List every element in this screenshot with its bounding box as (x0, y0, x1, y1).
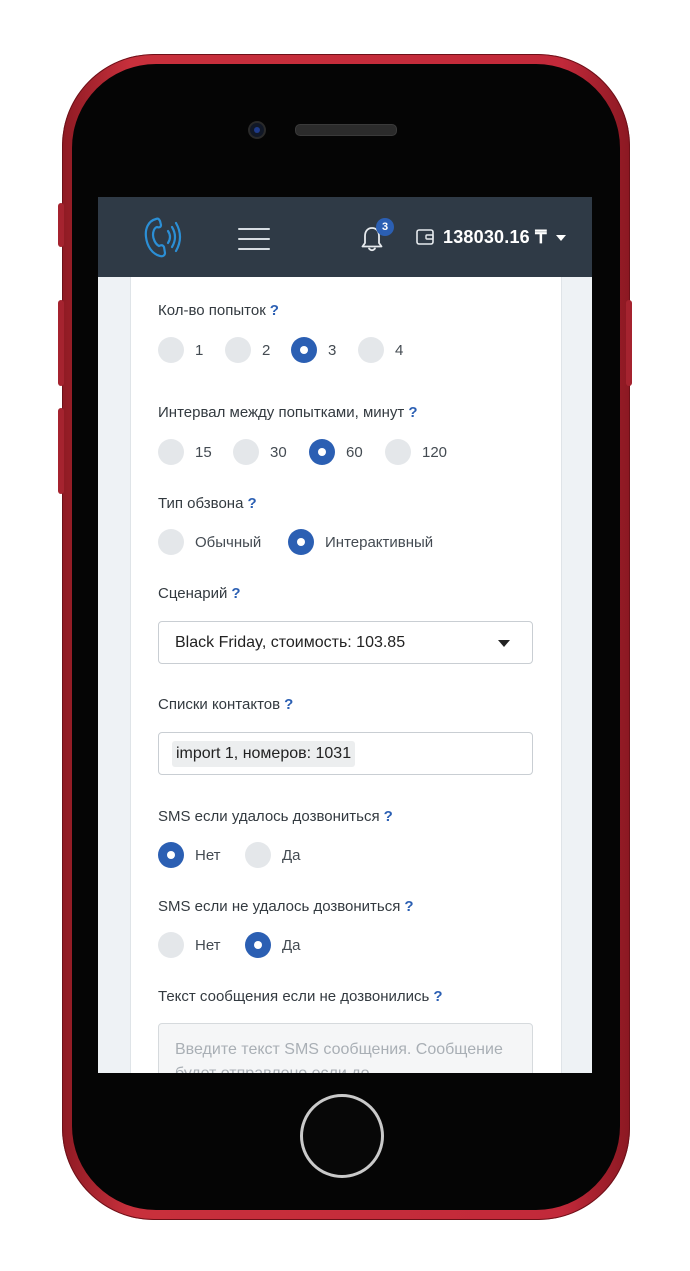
sms-success-option-yes[interactable]: Да (245, 841, 301, 869)
contact-lists-multiselect[interactable]: import 1, номеров: 1031 (158, 732, 533, 775)
sms-success-option-label: Да (282, 846, 301, 864)
top-navbar: 3 138030.16 ₸ (98, 197, 592, 277)
radio-icon[interactable] (225, 337, 251, 363)
sms-success-option-label: Нет (195, 846, 221, 864)
call-type-option-regular[interactable]: Обычный (158, 528, 261, 556)
attempts-option-1[interactable]: 1 (158, 336, 203, 364)
earpiece-speaker (295, 124, 397, 136)
sms-fail-option-yes[interactable]: Да (245, 931, 301, 959)
phone-volume-down-button (58, 408, 64, 494)
radio-icon[interactable] (158, 439, 184, 465)
sms-success-label-text: SMS если удалось дозвониться (158, 808, 380, 825)
radio-icon[interactable] (158, 337, 184, 363)
account-balance[interactable]: 138030.16 ₸ (443, 227, 547, 248)
help-icon[interactable]: ? (247, 495, 256, 512)
chevron-down-icon[interactable] (556, 235, 566, 241)
sms-message-textarea[interactable]: Введите текст SMS сообщения. Сообщение б… (158, 1023, 533, 1073)
message-label: Текст сообщения если не дозвонились? (158, 988, 443, 1005)
front-camera (248, 121, 266, 139)
sms-fail-option-label: Нет (195, 936, 221, 954)
radio-checked-icon[interactable] (158, 842, 184, 868)
radio-checked-icon[interactable] (291, 337, 317, 363)
interval-option-label: 30 (270, 443, 287, 461)
interval-option-label: 120 (422, 443, 448, 461)
phone-side-button (58, 203, 64, 247)
interval-option-label: 60 (346, 443, 363, 461)
phone-logo-icon[interactable] (142, 213, 184, 261)
radio-icon[interactable] (385, 439, 411, 465)
attempts-option-label: 1 (195, 341, 204, 359)
scenario-selected-value: Black Friday, стоимость: 103.85 (175, 634, 406, 651)
interval-option-60[interactable]: 60 (309, 438, 363, 466)
radio-icon[interactable] (358, 337, 384, 363)
dropdown-arrow-icon[interactable] (498, 640, 510, 647)
scenario-select[interactable]: Black Friday, стоимость: 103.85 (158, 621, 533, 664)
contact-lists-label: Списки контактов? (158, 696, 293, 713)
attempts-option-4[interactable]: 4 (358, 336, 403, 364)
help-icon[interactable]: ? (270, 302, 279, 319)
sms-fail-label: SMS если не удалось дозвониться? (158, 898, 414, 915)
radio-icon[interactable] (158, 529, 184, 555)
attempts-option-label: 2 (262, 341, 271, 359)
help-icon[interactable]: ? (284, 696, 293, 713)
sms-fail-label-text: SMS если не удалось дозвониться (158, 898, 401, 915)
help-icon[interactable]: ? (404, 898, 413, 915)
attempts-option-label: 4 (395, 341, 404, 359)
call-type-label-text: Тип обзвона (158, 495, 244, 512)
help-icon[interactable]: ? (408, 404, 417, 421)
radio-icon[interactable] (245, 842, 271, 868)
sms-success-option-no[interactable]: Нет (158, 841, 221, 869)
interval-label: Интервал между попытками, минут? (158, 404, 417, 421)
sms-fail-option-no[interactable]: Нет (158, 931, 221, 959)
call-type-option-interactive[interactable]: Интерактивный (288, 528, 433, 556)
scenario-label-text: Сценарий (158, 585, 228, 602)
interval-label-text: Интервал между попытками, минут (158, 404, 405, 421)
call-type-label: Тип обзвона? (158, 495, 257, 512)
interval-option-30[interactable]: 30 (233, 438, 287, 466)
phone-power-button (626, 300, 632, 386)
sms-message-placeholder: Введите текст SMS сообщения. Сообщение б… (175, 1041, 503, 1073)
radio-checked-icon[interactable] (288, 529, 314, 555)
attempts-option-2[interactable]: 2 (225, 336, 270, 364)
wallet-icon (416, 229, 434, 245)
call-type-option-label: Интерактивный (325, 533, 434, 551)
radio-checked-icon[interactable] (245, 932, 271, 958)
attempts-option-label: 3 (328, 341, 337, 359)
phone-volume-up-button (58, 300, 64, 386)
radio-icon[interactable] (233, 439, 259, 465)
phone-screen: 3 138030.16 ₸ Кол-во попыток? 1 2 3 4 Ин… (98, 197, 592, 1073)
call-type-option-label: Обычный (195, 533, 262, 551)
contact-lists-label-text: Списки контактов (158, 696, 281, 713)
sms-fail-option-label: Да (282, 936, 301, 954)
interval-option-120[interactable]: 120 (385, 438, 447, 466)
help-icon[interactable]: ? (231, 585, 240, 602)
radio-icon[interactable] (158, 932, 184, 958)
message-label-text: Текст сообщения если не дозвонились (158, 988, 430, 1005)
interval-option-label: 15 (195, 443, 212, 461)
attempts-option-3[interactable]: 3 (291, 336, 336, 364)
attempts-label-text: Кол-во попыток (158, 302, 266, 319)
scenario-label: Сценарий? (158, 585, 241, 602)
help-icon[interactable]: ? (384, 808, 393, 825)
attempts-label: Кол-во попыток? (158, 302, 279, 319)
contact-list-chip[interactable]: import 1, номеров: 1031 (172, 741, 356, 767)
home-button[interactable] (300, 1094, 384, 1178)
help-icon[interactable]: ? (433, 988, 442, 1005)
interval-option-15[interactable]: 15 (158, 438, 212, 466)
sms-success-label: SMS если удалось дозвониться? (158, 808, 393, 825)
radio-checked-icon[interactable] (309, 439, 335, 465)
menu-toggle-icon[interactable] (238, 228, 270, 250)
notification-badge: 3 (376, 218, 394, 236)
